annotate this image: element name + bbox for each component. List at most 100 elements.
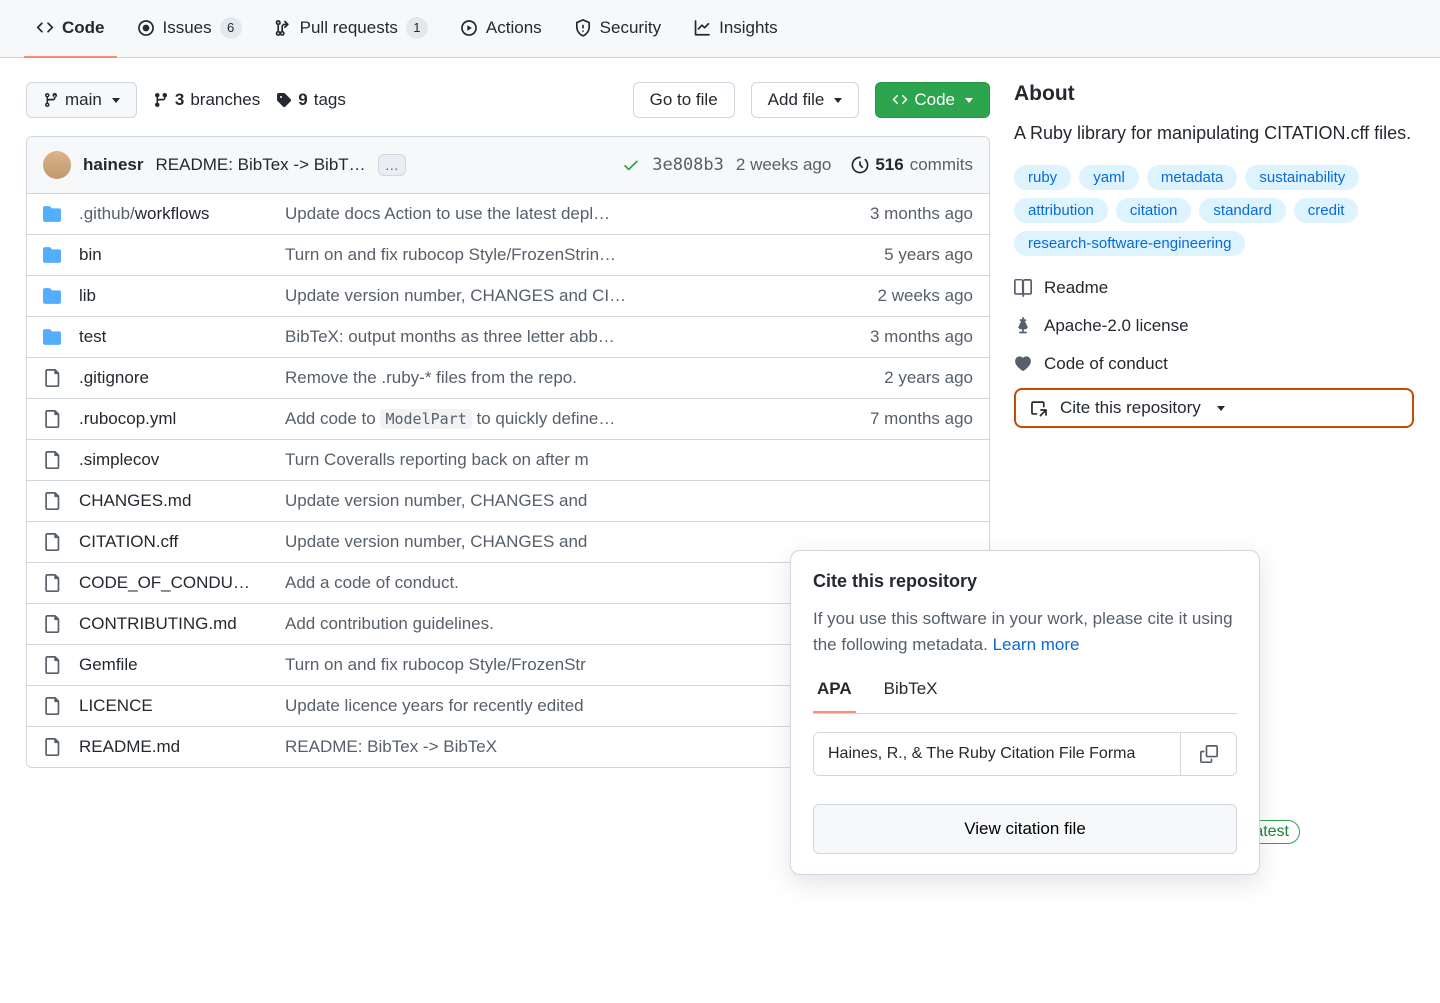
topic-tag[interactable]: citation xyxy=(1116,198,1192,223)
commit-sha[interactable]: 3e808b3 xyxy=(652,155,724,175)
file-commit-msg[interactable]: Update version number, CHANGES and xyxy=(285,491,817,511)
graph-icon xyxy=(693,19,711,37)
tab-code[interactable]: Code xyxy=(24,0,117,58)
file-commit-msg[interactable]: Update licence years for recently edited xyxy=(285,696,817,716)
file-name[interactable]: CHANGES.md xyxy=(79,491,269,511)
file-row: bin Turn on and fix rubocop Style/FrozenS… xyxy=(27,235,989,276)
commit-message-expand[interactable]: … xyxy=(378,154,406,176)
file-commit-msg[interactable]: BibTeX: output months as three letter ab… xyxy=(285,327,817,347)
code-icon xyxy=(36,19,54,37)
check-icon[interactable] xyxy=(622,155,640,175)
file-name[interactable]: CONTRIBUTING.md xyxy=(79,614,269,634)
file-icon xyxy=(43,697,63,715)
file-commit-msg[interactable]: README: BibTex -> BibTeX xyxy=(285,737,817,757)
file-commit-msg[interactable]: Update version number, CHANGES and xyxy=(285,532,817,552)
topic-tag[interactable]: research-software-engineering xyxy=(1014,231,1245,256)
tab-pulls[interactable]: Pull requests 1 xyxy=(262,0,440,58)
branch-name: main xyxy=(65,90,102,110)
topic-tag[interactable]: credit xyxy=(1294,198,1359,223)
file-name[interactable]: .rubocop.yml xyxy=(79,409,269,429)
cite-learn-more-link[interactable]: Learn more xyxy=(993,635,1080,654)
tags-count: 9 xyxy=(298,90,307,110)
branches-link[interactable]: 3 branches xyxy=(153,90,260,110)
file-name[interactable]: Gemfile xyxy=(79,655,269,675)
file-commit-msg[interactable]: Remove the .ruby-* files from the repo. xyxy=(285,368,817,388)
file-row: .gitignore Remove the .ruby-* files from … xyxy=(27,358,989,399)
go-to-file-button[interactable]: Go to file xyxy=(633,82,735,118)
license-link[interactable]: Apache-2.0 license xyxy=(1014,312,1414,340)
file-name[interactable]: README.md xyxy=(79,737,269,757)
file-name[interactable]: CITATION.cff xyxy=(79,532,269,552)
file-name[interactable]: CODE_OF_CONDU… xyxy=(79,573,269,593)
cite-popover: Cite this repository If you use this sof… xyxy=(790,550,1260,875)
cite-repository-button[interactable]: Cite this repository xyxy=(1014,388,1414,428)
topic-tag[interactable]: yaml xyxy=(1079,165,1139,190)
topic-tag[interactable]: sustainability xyxy=(1245,165,1359,190)
cite-tab-bibtex[interactable]: BibTeX xyxy=(880,673,942,713)
file-name[interactable]: .simplecov xyxy=(79,450,269,470)
file-commit-msg[interactable]: Update version number, CHANGES and CI… xyxy=(285,286,817,306)
commit-author[interactable]: hainesr xyxy=(83,155,143,175)
file-commit-msg[interactable]: Update docs Action to use the latest dep… xyxy=(285,204,817,224)
cite-tab-apa[interactable]: APA xyxy=(813,673,856,713)
file-time: 7 months ago xyxy=(833,409,973,429)
tab-insights-label: Insights xyxy=(719,18,778,38)
topic-tag[interactable]: attribution xyxy=(1014,198,1108,223)
branch-selector[interactable]: main xyxy=(26,82,137,118)
file-time: 2 weeks ago xyxy=(833,286,973,306)
license-label: Apache-2.0 license xyxy=(1044,316,1189,336)
about-sidebar: About A Ruby library for manipulating CI… xyxy=(1014,82,1414,428)
file-commit-msg[interactable]: Turn on and fix rubocop Style/FrozenStr xyxy=(285,655,817,675)
folder-icon xyxy=(43,205,63,223)
avatar[interactable] xyxy=(43,151,71,179)
tags-link[interactable]: 9 tags xyxy=(276,90,346,110)
file-commit-msg[interactable]: Add code to ModelPart to quickly define… xyxy=(285,409,817,429)
file-commit-msg[interactable]: Add a code of conduct. xyxy=(285,573,817,593)
repo-toolbar: main 3 branches 9 tags Go to file Add fi… xyxy=(26,82,990,118)
branches-label: branches xyxy=(190,90,260,110)
citation-text-input[interactable] xyxy=(814,733,1180,775)
view-citation-file-button[interactable]: View citation file xyxy=(813,804,1237,854)
code-icon xyxy=(892,92,908,108)
book-icon xyxy=(1014,279,1032,297)
file-icon xyxy=(43,451,63,469)
readme-label: Readme xyxy=(1044,278,1108,298)
file-commit-msg[interactable]: Add contribution guidelines. xyxy=(285,614,817,634)
copy-citation-button[interactable] xyxy=(1180,733,1236,775)
tab-insights[interactable]: Insights xyxy=(681,0,790,58)
history-icon xyxy=(851,156,869,174)
coc-link[interactable]: Code of conduct xyxy=(1014,350,1414,378)
topic-tag[interactable]: ruby xyxy=(1014,165,1071,190)
tab-actions[interactable]: Actions xyxy=(448,0,554,58)
file-name[interactable]: LICENCE xyxy=(79,696,269,716)
file-name[interactable]: test xyxy=(79,327,269,347)
file-time: 3 months ago xyxy=(833,204,973,224)
file-commit-msg[interactable]: Turn on and fix rubocop Style/FrozenStri… xyxy=(285,245,817,265)
add-file-button[interactable]: Add file xyxy=(751,82,860,118)
readme-link[interactable]: Readme xyxy=(1014,274,1414,302)
file-time: 3 months ago xyxy=(833,327,973,347)
cite-popover-text: If you use this software in your work, p… xyxy=(813,606,1237,657)
copy-icon xyxy=(1200,745,1218,763)
cite-format-tabs: APA BibTeX xyxy=(813,673,1237,714)
file-name[interactable]: .gitignore xyxy=(79,368,269,388)
topic-tag[interactable]: standard xyxy=(1199,198,1285,223)
cite-popover-title: Cite this repository xyxy=(813,571,1237,592)
about-description: A Ruby library for manipulating CITATION… xyxy=(1014,120,1414,147)
commit-message[interactable]: README: BibTex -> BibT… xyxy=(155,155,365,175)
topic-tag[interactable]: metadata xyxy=(1147,165,1238,190)
tab-security[interactable]: Security xyxy=(562,0,673,58)
file-name[interactable]: lib xyxy=(79,286,269,306)
pulls-count: 1 xyxy=(406,17,428,39)
tab-issues[interactable]: Issues 6 xyxy=(125,0,254,58)
commits-link[interactable]: 516 commits xyxy=(851,155,973,175)
tags-label: tags xyxy=(314,90,346,110)
code-button[interactable]: Code xyxy=(875,82,990,118)
play-icon xyxy=(460,19,478,37)
file-icon xyxy=(43,615,63,633)
topics-list: ruby yaml metadata sustainability attributio… xyxy=(1014,165,1414,256)
file-name[interactable]: bin xyxy=(79,245,269,265)
file-name[interactable]: .github/workflows xyxy=(79,204,269,224)
tab-pulls-label: Pull requests xyxy=(300,18,398,38)
file-commit-msg[interactable]: Turn Coveralls reporting back on after m xyxy=(285,450,817,470)
